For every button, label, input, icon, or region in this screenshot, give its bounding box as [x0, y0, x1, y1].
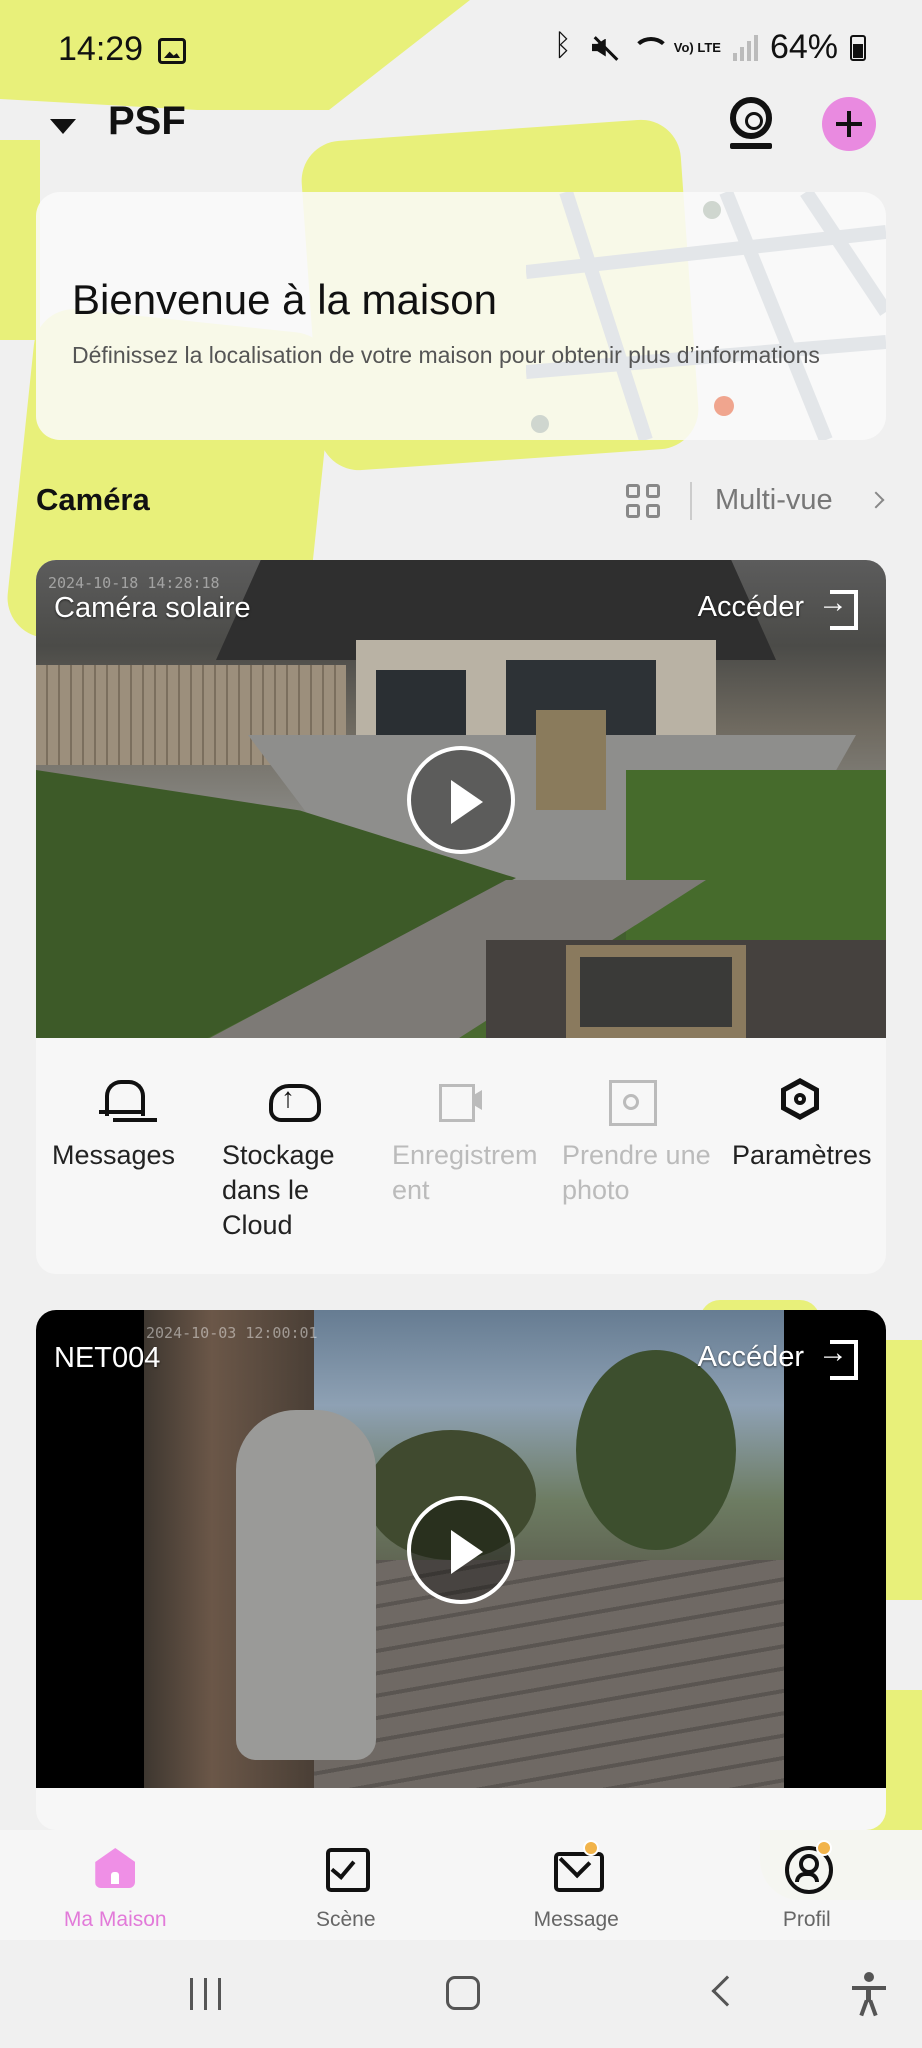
nav-profile[interactable]: Profil	[692, 1830, 922, 1940]
bell-icon	[99, 1078, 145, 1122]
network-type: Vo) LTE	[673, 39, 721, 55]
background-shape	[0, 140, 40, 340]
enter-icon	[818, 586, 858, 630]
camera-section-header: Caméra Multi-vue	[36, 478, 886, 528]
section-title: Caméra	[36, 482, 150, 517]
scene-checkbox-icon	[324, 1846, 370, 1892]
image-icon	[158, 38, 186, 64]
system-navigation-bar	[0, 1940, 922, 2048]
action-label: Stockage dans le Cloud	[222, 1140, 335, 1240]
nav-scene[interactable]: Scène	[231, 1830, 462, 1940]
cloud-upload-icon	[269, 1078, 321, 1122]
status-bar: 14:29 Vo) LTE 64%	[0, 0, 922, 100]
multiview-link[interactable]: Multi-vue	[715, 484, 833, 517]
camera-name: NET004	[54, 1342, 161, 1374]
nav-message[interactable]: Message	[461, 1830, 692, 1940]
map-illustration	[526, 192, 886, 440]
camera-icon[interactable]	[726, 95, 778, 151]
nav-label: Message	[533, 1908, 619, 1931]
play-icon[interactable]	[407, 746, 515, 854]
feed-timestamp: 2024-10-18 14:28:18	[48, 574, 220, 592]
photo-icon	[609, 1078, 657, 1126]
video-record-icon	[439, 1078, 483, 1122]
camera-name: Caméra solaire	[54, 592, 251, 624]
welcome-title: Bienvenue à la maison	[72, 276, 497, 323]
notification-badge	[583, 1840, 599, 1856]
home-icon	[93, 1846, 137, 1890]
camera-feed[interactable]: 2024-10-03 12:00:01 NET004 Accéder	[36, 1310, 886, 1788]
dropdown-caret-icon[interactable]	[50, 119, 76, 134]
settings-icon	[779, 1078, 823, 1122]
add-icon[interactable]	[822, 97, 876, 151]
bottom-navigation: Ma Maison Scène Message Profil	[0, 1830, 922, 1940]
home-selector[interactable]: PSF	[108, 99, 186, 144]
wifi-icon	[631, 33, 670, 63]
signal-icon	[732, 34, 758, 61]
action-recording[interactable]: Enregistrement	[376, 1038, 546, 1274]
access-button[interactable]: Accéder	[697, 586, 858, 630]
enter-icon	[818, 1336, 858, 1380]
nav-label: Scène	[315, 1908, 376, 1931]
action-messages[interactable]: Messages	[36, 1038, 206, 1274]
action-label: Messages	[52, 1140, 176, 1170]
chevron-right-icon[interactable]	[867, 491, 885, 509]
status-time: 14:29	[58, 30, 144, 68]
battery-percent: 64%	[769, 28, 838, 66]
divider	[690, 482, 692, 520]
welcome-subtitle: Définissez la localisation de votre mais…	[72, 342, 820, 368]
action-label: Prendre une photo	[562, 1140, 711, 1205]
nav-label: Ma Maison	[63, 1908, 167, 1931]
access-button[interactable]: Accéder	[697, 1336, 858, 1380]
action-label: Paramètres	[732, 1140, 872, 1170]
accessibility-icon[interactable]	[850, 1972, 890, 2017]
action-take-photo[interactable]: Prendre une photo	[546, 1038, 716, 1274]
camera-actions: Messages Stockage dans le Cloud Enregist…	[36, 1038, 886, 1274]
bluetooth-icon	[548, 29, 578, 63]
action-settings[interactable]: Paramètres	[716, 1038, 886, 1274]
camera-card: 2024-10-03 12:00:01 NET004 Accéder	[36, 1310, 886, 1830]
camera-card: 2024-10-18 14:28:18 Caméra solaire Accéd…	[36, 560, 886, 1274]
access-label: Accéder	[697, 1340, 804, 1373]
play-icon[interactable]	[407, 1496, 515, 1604]
feed-timestamp: 2024-10-03 12:00:01	[146, 1324, 318, 1342]
action-cloud-storage[interactable]: Stockage dans le Cloud	[206, 1038, 376, 1274]
notification-badge	[815, 1840, 832, 1856]
action-label: Enregistrement	[392, 1140, 538, 1205]
battery-icon	[850, 34, 866, 61]
nav-my-home[interactable]: Ma Maison	[0, 1830, 231, 1940]
access-label: Accéder	[697, 590, 804, 623]
recent-apps-icon[interactable]	[190, 1978, 224, 2010]
welcome-card[interactable]: Bienvenue à la maison Définissez la loca…	[36, 192, 886, 440]
camera-feed[interactable]: 2024-10-18 14:28:18 Caméra solaire Accéd…	[36, 560, 886, 1038]
mute-icon	[590, 33, 620, 63]
back-icon[interactable]	[711, 1975, 743, 2007]
nav-label: Profil	[782, 1908, 831, 1931]
home-button-icon[interactable]	[446, 1976, 480, 2010]
app-header: PSF	[0, 95, 922, 155]
status-icons: Vo) LTE 64%	[548, 28, 866, 67]
grid-icon[interactable]	[626, 484, 660, 518]
